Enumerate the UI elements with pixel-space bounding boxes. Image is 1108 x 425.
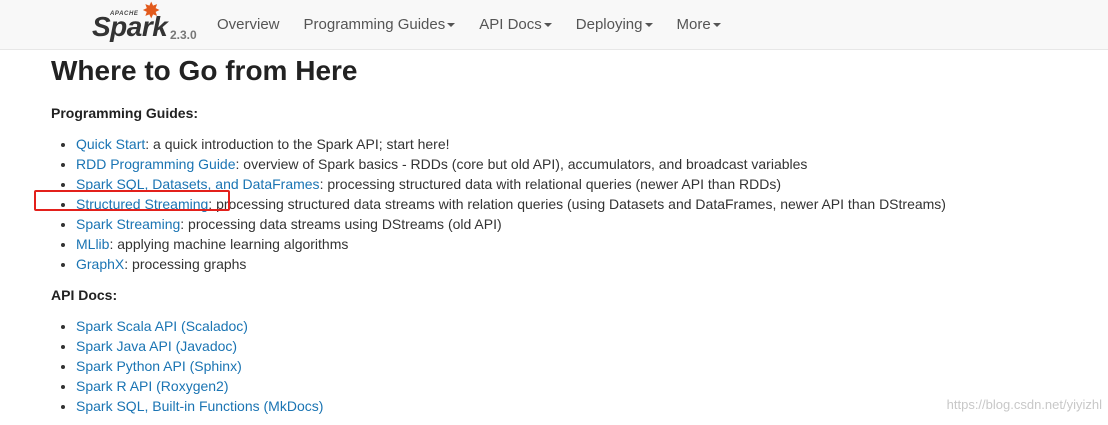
nav-more-label: More xyxy=(676,16,711,33)
r-api-link[interactable]: Spark R API (Roxygen2) xyxy=(76,378,229,394)
list-item: Spark Streaming: processing data streams… xyxy=(76,214,1051,234)
nav-overview[interactable]: Overview xyxy=(205,0,292,50)
version-label: 2.3.0 xyxy=(170,28,197,42)
top-navbar: Spark APACHE ✸ 2.3.0 Overview Programmin… xyxy=(0,0,1108,50)
api-docs-heading: API Docs: xyxy=(51,287,118,303)
nav-programming-guides-label: Programming Guides xyxy=(303,16,446,33)
logo-apache-text: APACHE xyxy=(110,11,139,17)
list-item: RDD Programming Guide: overview of Spark… xyxy=(76,154,1051,174)
quick-start-link[interactable]: Quick Start xyxy=(76,136,145,152)
list-item: Structured Streaming: processing structu… xyxy=(76,194,1051,214)
list-item: MLlib: applying machine learning algorit… xyxy=(76,234,1051,254)
list-item: Spark SQL, Datasets, and DataFrames: pro… xyxy=(76,174,1051,194)
item-description: : processing data streams using DStreams… xyxy=(180,216,502,232)
nav-menu: Overview Programming Guides API Docs Dep… xyxy=(205,0,733,50)
nav-deploying[interactable]: Deploying xyxy=(564,0,665,50)
spark-streaming-link[interactable]: Spark Streaming xyxy=(76,216,180,232)
list-item: GraphX: processing graphs xyxy=(76,254,1051,274)
mllib-link[interactable]: MLlib xyxy=(76,236,109,252)
caret-down-icon xyxy=(447,23,456,28)
list-item: Spark Java API (Javadoc) xyxy=(76,336,1051,356)
python-api-link[interactable]: Spark Python API (Sphinx) xyxy=(76,358,242,374)
programming-guides-heading: Programming Guides: xyxy=(51,105,199,121)
java-api-link[interactable]: Spark Java API (Javadoc) xyxy=(76,338,237,354)
sql-functions-link[interactable]: Spark SQL, Built-in Functions (MkDocs) xyxy=(76,398,323,414)
list-item: Spark Python API (Sphinx) xyxy=(76,356,1051,376)
structured-streaming-link[interactable]: Structured Streaming xyxy=(76,196,208,212)
main-content: Where to Go from Here Programming Guides… xyxy=(51,50,1051,416)
item-description: : applying machine learning algorithms xyxy=(109,236,349,252)
graphx-link[interactable]: GraphX xyxy=(76,256,124,272)
caret-down-icon xyxy=(712,23,721,28)
spark-sql-link[interactable]: Spark SQL, Datasets, and DataFrames xyxy=(76,176,320,192)
spark-logo[interactable]: Spark APACHE ✸ 2.3.0 xyxy=(90,0,202,50)
caret-down-icon xyxy=(644,23,653,28)
list-item: Spark R API (Roxygen2) xyxy=(76,376,1051,396)
rdd-guide-link[interactable]: RDD Programming Guide xyxy=(76,156,236,172)
item-description: : overview of Spark basics - RDDs (core … xyxy=(235,156,808,172)
spark-star-icon: ✸ xyxy=(142,0,161,23)
nav-deploying-label: Deploying xyxy=(575,16,643,33)
nav-programming-guides[interactable]: Programming Guides xyxy=(292,0,468,50)
page-title: Where to Go from Here xyxy=(51,55,358,86)
caret-down-icon xyxy=(543,23,552,28)
list-item: Spark Scala API (Scaladoc) xyxy=(76,316,1051,336)
scala-api-link[interactable]: Spark Scala API (Scaladoc) xyxy=(76,318,248,334)
nav-api-docs-label: API Docs xyxy=(479,16,542,33)
watermark-text: https://blog.csdn.net/yiyizhl xyxy=(946,397,1102,412)
api-docs-list: Spark Scala API (Scaladoc) Spark Java AP… xyxy=(76,316,1051,416)
item-description: : a quick introduction to the Spark API;… xyxy=(145,136,450,152)
item-description: : processing structured data streams wit… xyxy=(208,196,946,212)
programming-guides-list: Quick Start: a quick introduction to the… xyxy=(76,134,1051,274)
list-item: Spark SQL, Built-in Functions (MkDocs) xyxy=(76,396,1051,416)
nav-api-docs[interactable]: API Docs xyxy=(467,0,564,50)
list-item: Quick Start: a quick introduction to the… xyxy=(76,134,1051,154)
item-description: : processing graphs xyxy=(124,256,247,272)
nav-more[interactable]: More xyxy=(665,0,733,50)
nav-overview-label: Overview xyxy=(217,16,280,33)
item-description: : processing structured data with relati… xyxy=(319,176,782,192)
